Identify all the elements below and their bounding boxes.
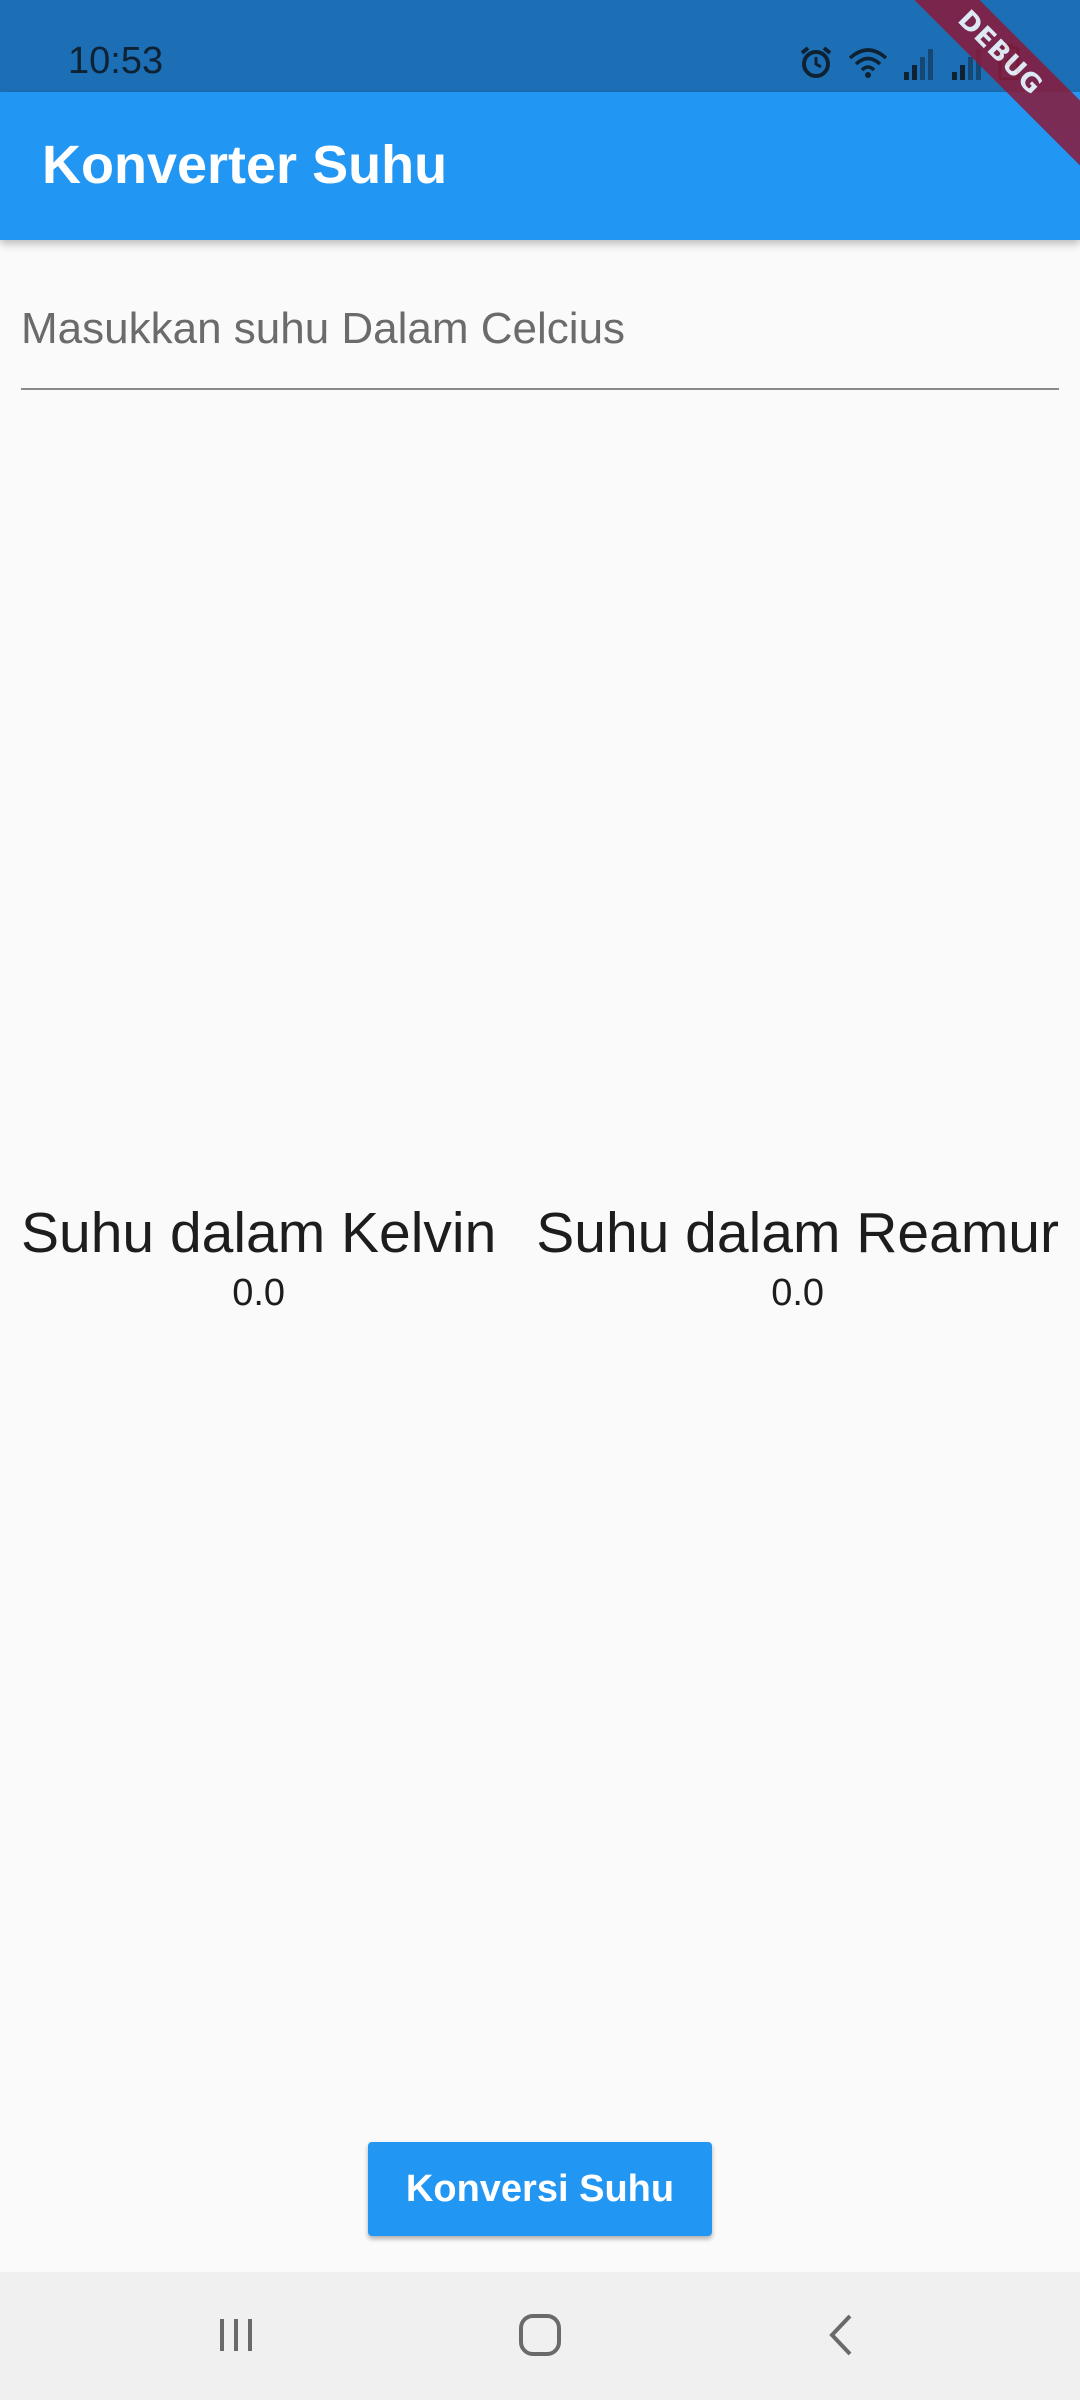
reamur-result: Suhu dalam Reamur 0.0 [536,1200,1059,1315]
results-row: Suhu dalam Kelvin 0.0 Suhu dalam Reamur … [21,1200,1059,1315]
back-icon [824,2312,860,2363]
convert-button[interactable]: Konversi Suhu [368,2142,712,2236]
kelvin-result: Suhu dalam Kelvin 0.0 [21,1200,496,1315]
back-button[interactable] [802,2302,882,2372]
home-button[interactable] [500,2302,580,2372]
wifi-icon [848,46,888,80]
celsius-input[interactable] [21,294,1051,364]
screen: 10:53 DEBUG Konverter Suhu Masukkan suhu… [0,0,1080,2400]
kelvin-label: Suhu dalam Kelvin [21,1201,497,1265]
status-bar: 10:53 [0,0,1080,92]
page-title: Konverter Suhu [42,135,448,195]
kelvin-value: 0.0 [232,1272,286,1314]
status-time: 10:53 [68,40,164,82]
recents-icon [214,2313,258,2362]
app-bar: Konverter Suhu [0,92,1080,240]
home-icon [517,2312,563,2363]
signal-icon [902,48,936,80]
reamur-label: Suhu dalam Reamur [536,1201,1059,1265]
navigation-bar [0,2272,1080,2400]
recents-button[interactable] [196,2302,276,2372]
celsius-input-field [21,280,1059,390]
reamur-value: 0.0 [771,1272,825,1314]
alarm-icon [798,44,834,80]
